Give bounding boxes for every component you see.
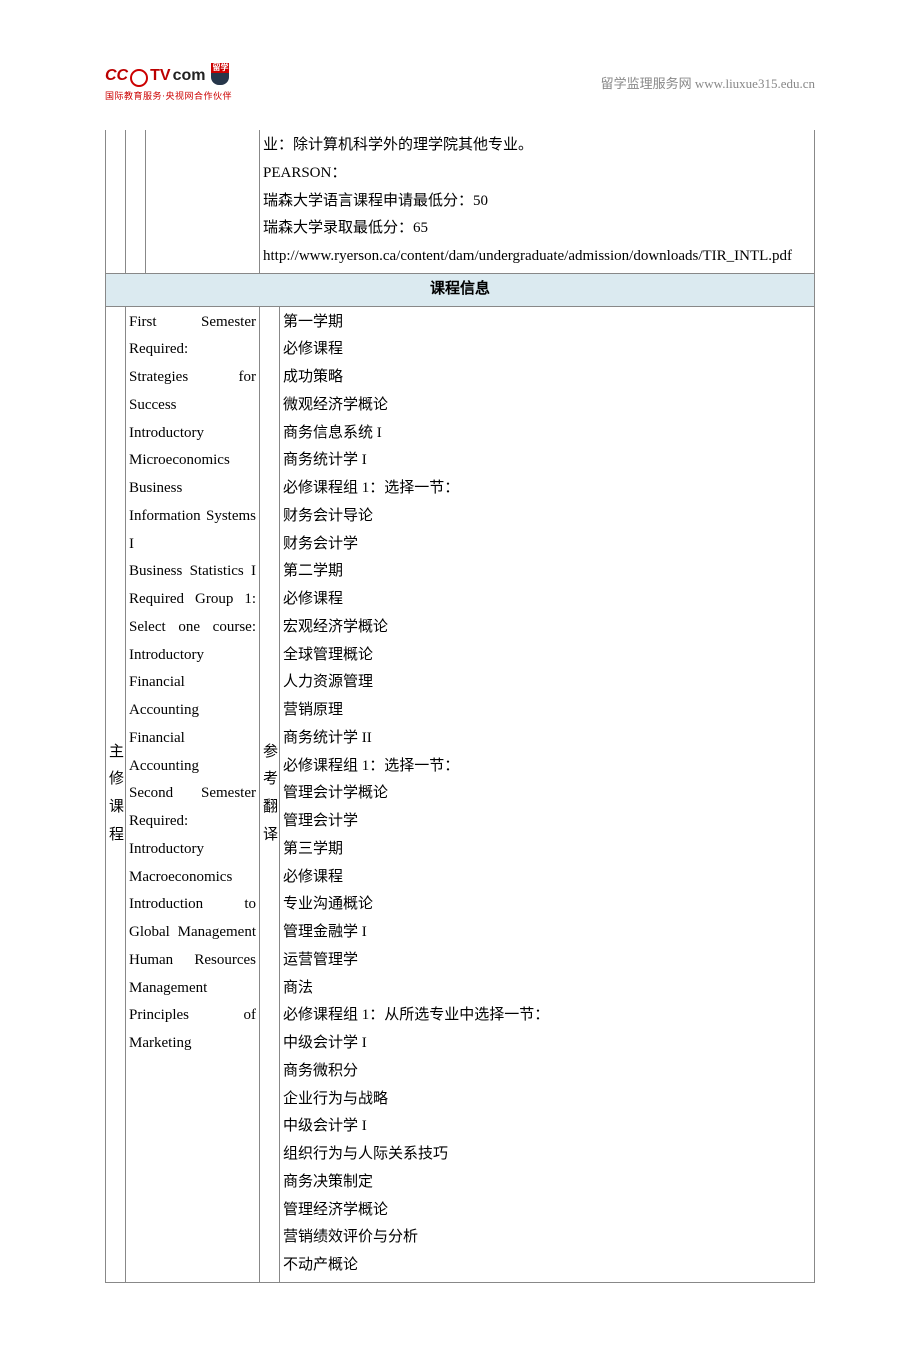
course-line-cn: 商务微积分 bbox=[283, 1058, 811, 1086]
chinese-course-list: 第一学期必修课程成功策略微观经济学概论商务信息系统 I商务统计学 I必修课程组 … bbox=[283, 309, 811, 1280]
vert-char: 考 bbox=[263, 766, 276, 794]
english-course-list: First SemesterRequired:Strategies for Su… bbox=[129, 309, 256, 1058]
course-line-en: Required: bbox=[129, 336, 256, 364]
course-line-en: Human Resources Management bbox=[129, 947, 256, 1003]
row-label-main-text: 主修课程 bbox=[109, 739, 122, 850]
course-table: 业：除计算机科学外的理学院其他专业。 PEARSON： 瑞森大学语言课程申请最低… bbox=[105, 130, 815, 1283]
info-line: 瑞森大学录取最低分：65 bbox=[263, 215, 811, 243]
course-line-en: Introductory Microeconomics bbox=[129, 420, 256, 476]
section-header: 课程信息 bbox=[106, 273, 815, 306]
course-line-cn: 中级会计学 I bbox=[283, 1030, 811, 1058]
course-line-cn: 人力资源管理 bbox=[283, 669, 811, 697]
course-line-cn: 管理金融学 I bbox=[283, 919, 811, 947]
course-line-cn: 必修课程组 1：选择一节： bbox=[283, 753, 811, 781]
course-line-en: First Semester bbox=[129, 309, 256, 337]
course-line-cn: 财务会计学 bbox=[283, 531, 811, 559]
course-line-cn: 管理会计学概论 bbox=[283, 780, 811, 808]
course-line-cn: 专业沟通概论 bbox=[283, 891, 811, 919]
section-header-row: 课程信息 bbox=[106, 273, 815, 306]
course-line-en: Second Semester bbox=[129, 780, 256, 808]
course-line-cn: 第三学期 bbox=[283, 836, 811, 864]
vert-char: 主 bbox=[109, 739, 122, 767]
course-line-en: Introductory Macroeconomics bbox=[129, 836, 256, 892]
course-line-cn: 营销原理 bbox=[283, 697, 811, 725]
vert-char: 参 bbox=[263, 739, 276, 767]
course-line-en: Business Statistics I bbox=[129, 558, 256, 586]
vert-char: 译 bbox=[263, 822, 276, 850]
chinese-course-cell: 第一学期必修课程成功策略微观经济学概论商务信息系统 I商务统计学 I必修课程组 … bbox=[280, 306, 815, 1282]
course-line-cn: 运营管理学 bbox=[283, 947, 811, 975]
english-course-cell: First SemesterRequired:Strategies for Su… bbox=[126, 306, 260, 1282]
course-line-en: Required Group 1: Select one course: bbox=[129, 586, 256, 642]
course-line-en: Business Information Systems I bbox=[129, 475, 256, 558]
course-line-en: Required: bbox=[129, 808, 256, 836]
course-line-en: Strategies for Success bbox=[129, 364, 256, 420]
blank-cell bbox=[126, 130, 146, 273]
course-line-cn: 宏观经济学概论 bbox=[283, 614, 811, 642]
course-line-cn: 组织行为与人际关系技巧 bbox=[283, 1141, 811, 1169]
course-line-cn: 企业行为与战略 bbox=[283, 1086, 811, 1114]
course-line-cn: 商务统计学 II bbox=[283, 725, 811, 753]
course-line-cn: 中级会计学 I bbox=[283, 1113, 811, 1141]
course-line-cn: 财务会计导论 bbox=[283, 503, 811, 531]
course-row: 主修课程 First SemesterRequired:Strategies f… bbox=[106, 306, 815, 1282]
logo-badge-text: 留学 bbox=[211, 63, 229, 73]
info-line: 瑞森大学语言课程申请最低分：50 bbox=[263, 188, 811, 216]
course-line-cn: 管理经济学概论 bbox=[283, 1197, 811, 1225]
admission-info-cell: 业：除计算机科学外的理学院其他专业。 PEARSON： 瑞森大学语言课程申请最低… bbox=[260, 130, 815, 273]
row-label-ref-text: 参考翻译 bbox=[263, 739, 276, 850]
vert-char: 修 bbox=[109, 766, 122, 794]
course-line-en: Financial Accounting bbox=[129, 725, 256, 781]
course-line-cn: 管理会计学 bbox=[283, 808, 811, 836]
course-line-en: Introduction to Global Management bbox=[129, 891, 256, 947]
logo-subtitle: 国际教育服务·央视网合作伙伴 bbox=[105, 89, 232, 102]
logo-main: CC TVcom 留学 bbox=[105, 65, 232, 87]
vert-char: 程 bbox=[109, 822, 122, 850]
course-line-cn: 成功策略 bbox=[283, 364, 811, 392]
row-label-ref: 参考翻译 bbox=[260, 306, 280, 1282]
course-line-cn: 商务信息系统 I bbox=[283, 420, 811, 448]
course-line-cn: 第一学期 bbox=[283, 309, 811, 337]
course-line-cn: 商法 bbox=[283, 975, 811, 1003]
course-line-en: Introductory Financial Accounting bbox=[129, 642, 256, 725]
logo-badge-icon: 留学 bbox=[211, 63, 229, 85]
info-line: 业：除计算机科学外的理学院其他专业。 bbox=[263, 132, 811, 160]
course-line-cn: 商务决策制定 bbox=[283, 1169, 811, 1197]
course-line-cn: 不动产概论 bbox=[283, 1252, 811, 1280]
shield-icon bbox=[211, 73, 229, 85]
site-logo: CC TVcom 留学 国际教育服务·央视网合作伙伴 bbox=[105, 65, 232, 102]
logo-text-tv: TV bbox=[150, 67, 170, 85]
top-info-row: 业：除计算机科学外的理学院其他专业。 PEARSON： 瑞森大学语言课程申请最低… bbox=[106, 130, 815, 273]
page-header: CC TVcom 留学 国际教育服务·央视网合作伙伴 留学监理服务网 www.li… bbox=[105, 65, 815, 105]
info-line-url: http://www.ryerson.ca/content/dam/underg… bbox=[263, 243, 811, 271]
course-line-cn: 营销绩效评价与分析 bbox=[283, 1224, 811, 1252]
blank-cell bbox=[106, 130, 126, 273]
course-line-cn: 全球管理概论 bbox=[283, 642, 811, 670]
logo-text-com: com bbox=[173, 67, 206, 85]
course-line-en: Principles of Marketing bbox=[129, 1002, 256, 1058]
course-line-cn: 必修课程组 1：从所选专业中选择一节： bbox=[283, 1002, 811, 1030]
course-line-cn: 商务统计学 I bbox=[283, 447, 811, 475]
blank-cell bbox=[146, 130, 260, 273]
info-line: PEARSON： bbox=[263, 160, 811, 188]
logo-circle-icon bbox=[130, 69, 148, 87]
document-page: CC TVcom 留学 国际教育服务·央视网合作伙伴 留学监理服务网 www.li… bbox=[0, 0, 920, 1363]
course-line-cn: 必修课程组 1：选择一节： bbox=[283, 475, 811, 503]
vert-char: 课 bbox=[109, 794, 122, 822]
row-label-main: 主修课程 bbox=[106, 306, 126, 1282]
course-line-cn: 第二学期 bbox=[283, 558, 811, 586]
vert-char: 翻 bbox=[263, 794, 276, 822]
header-site-url: 留学监理服务网 www.liuxue315.edu.cn bbox=[601, 73, 815, 92]
course-line-cn: 微观经济学概论 bbox=[283, 392, 811, 420]
logo-text-cc: CC bbox=[105, 67, 128, 85]
course-line-cn: 必修课程 bbox=[283, 864, 811, 892]
course-line-cn: 必修课程 bbox=[283, 586, 811, 614]
content-area: 业：除计算机科学外的理学院其他专业。 PEARSON： 瑞森大学语言课程申请最低… bbox=[105, 130, 815, 1283]
course-line-cn: 必修课程 bbox=[283, 336, 811, 364]
